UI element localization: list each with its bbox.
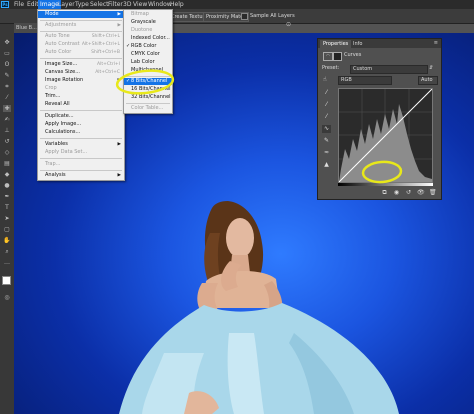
mode-grayscale[interactable]: Grayscale [124,19,172,26]
gradient-tool-icon[interactable]: ▤ [3,160,11,167]
type-tool-icon[interactable]: T [3,204,11,211]
photoshop-logo-icon: Ps [1,1,9,8]
target-adjust-icon[interactable]: ☝ [323,76,331,83]
clipping-warning-icon[interactable]: ▲ [322,161,331,169]
layer-mask-icon[interactable] [333,52,342,61]
mode-duotone[interactable]: Duotone [124,27,172,34]
tab-properties[interactable]: Properties [320,40,352,48]
mode-submenu: Bitmap Grayscale Duotone Indexed Color..… [123,9,173,114]
preset-options-icon[interactable]: ⇵ [429,65,433,71]
marquee-tool-icon[interactable]: ▭ [3,50,11,57]
menu-item-image-size[interactable]: Image Size... Alt+Ctrl+I [38,61,124,68]
lasso-tool-icon[interactable]: ʘ [3,61,11,68]
checkmark-icon: ✓ [126,43,131,49]
mode-rgb-color[interactable]: ✓ RGB Color [124,43,172,50]
clone-stamp-tool-icon[interactable]: ⊥ [3,127,11,134]
mode-indexed-color[interactable]: Indexed Color... [124,35,172,42]
annotation-circle-curve [361,160,403,184]
pen-tool-icon[interactable]: ✒ [3,193,11,200]
menu-item-adjustments[interactable]: Adjustments ▶ [38,22,124,29]
path-select-tool-icon[interactable]: ➤ [3,215,11,222]
healing-brush-tool-icon[interactable]: ✚ [3,105,11,112]
menu-item-auto-tone[interactable]: Auto Tone Shift+Ctrl+L [38,33,124,40]
mode-cmyk-color[interactable]: CMYK Color [124,51,172,58]
smooth-curve-icon[interactable]: ≈ [322,149,331,157]
tools-panel: ✥ ▭ ʘ ✎ ⌗ ⁄ ✚ ✍ ⊥ ↺ ◇ ▤ ◆ ● ✒ T ➤ ▢ ✋ ⌕ … [0,24,15,414]
mode-bitmap[interactable]: Bitmap [124,11,172,18]
crop-tool-icon[interactable]: ⌗ [3,83,11,90]
quick-mask-icon[interactable]: ◎ [3,294,11,301]
auto-button[interactable]: Auto [418,76,438,85]
curve-point-tool-icon[interactable]: ∿ [322,125,331,133]
menu-item-trap[interactable]: Trap... [38,161,124,168]
brush-tool-icon[interactable]: ✍ [3,116,11,123]
reset-icon[interactable]: ↺ [405,189,412,196]
zoom-tool-icon[interactable]: ⌕ [3,248,11,255]
eyedropper-gray-icon[interactable]: ⁄ [322,101,331,109]
sample-all-layers-label: Sample All Layers [250,13,295,19]
pressure-icon[interactable]: ⊙ [286,21,294,29]
visibility-eye-icon[interactable]: 👁 [417,189,425,196]
menu-item-auto-contrast[interactable]: Auto Contrast Alt+Shift+Ctrl+L [38,41,124,48]
menu-item-analysis[interactable]: Analysis ▶ [38,172,124,179]
view-previous-icon[interactable]: ◉ [393,189,400,196]
adjustment-name: Curves [344,52,362,58]
menu-file[interactable]: File [12,0,26,9]
menu-item-apply-data-set[interactable]: Apply Data Set... [38,149,124,156]
mode-color-table[interactable]: Color Table... [124,105,172,112]
curves-adjustment-icon: ⌒ [323,52,333,61]
sample-all-layers-checkbox[interactable] [241,13,248,20]
tab-info[interactable]: Info [350,40,365,48]
preset-label: Preset: [322,65,340,71]
more-tools-icon[interactable]: … [3,259,11,266]
channel-dropdown[interactable]: RGB [338,76,392,85]
menu-help[interactable]: Help [168,0,186,9]
document-tab[interactable]: Blue B... [14,23,38,33]
preset-dropdown[interactable]: Custom [350,65,428,74]
menu-item-mode[interactable]: Mode ▶ [38,11,124,18]
hand-tool-icon[interactable]: ✋ [3,237,11,244]
blur-tool-icon[interactable]: ◆ [3,171,11,178]
eyedropper-tool-icon[interactable]: ⁄ [3,94,11,101]
eraser-tool-icon[interactable]: ◇ [3,149,11,156]
menu-item-calculations[interactable]: Calculations... [38,129,124,136]
menu-bar: Ps File Edit Image Layer Type Select Fil… [0,0,474,9]
shape-tool-icon[interactable]: ▢ [3,226,11,233]
move-tool-icon[interactable]: ✥ [3,39,11,46]
history-brush-tool-icon[interactable]: ↺ [3,138,11,145]
properties-tabs: Properties Info ≡ [318,39,441,48]
menu-item-auto-color[interactable]: Auto Color Shift+Ctrl+B [38,49,124,56]
foreground-color-swatch[interactable] [2,276,11,285]
panel-menu-icon[interactable]: ≡ [434,40,438,46]
menu-item-duplicate[interactable]: Duplicate... [38,113,124,120]
menu-item-variables[interactable]: Variables ▶ [38,141,124,148]
eyedropper-white-icon[interactable]: ⁄ [322,113,331,121]
trash-icon[interactable]: 🗑 [429,189,437,196]
mode-lab-color[interactable]: Lab Color [124,59,172,66]
dodge-tool-icon[interactable]: ● [3,182,11,189]
menu-item-reveal-all[interactable]: Reveal All [38,101,124,108]
eyedropper-black-icon[interactable]: ⁄ [322,89,331,97]
pencil-draw-icon[interactable]: ✎ [322,137,331,145]
annotation-circle-bits [115,69,175,95]
clip-to-layer-icon[interactable]: ⧉ [381,189,388,196]
quick-select-tool-icon[interactable]: ✎ [3,72,11,79]
menu-item-apply-image[interactable]: Apply Image... [38,121,124,128]
